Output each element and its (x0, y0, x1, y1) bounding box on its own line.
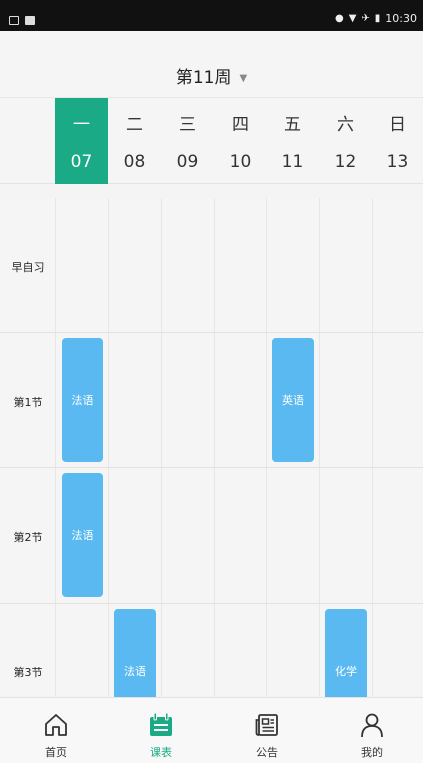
wifi-icon: ▼ (348, 12, 357, 24)
period-label: 第1节 (13, 396, 43, 409)
header: 第11周 ▼ (0, 31, 423, 98)
period-label: 第2节 (13, 531, 43, 544)
nav-schedule[interactable]: 课表 (108, 698, 214, 763)
day-column-sat[interactable]: 六 12 (319, 98, 372, 184)
course-name: 法语 (71, 394, 94, 407)
course-card[interactable]: 英语 (272, 338, 314, 462)
status-time: 10:30 (385, 12, 417, 25)
day-name: 四 (232, 115, 249, 135)
day-date: 11 (281, 152, 304, 172)
timetable-grid: 早自习 第1节 第2节 第3节 法语 英语 法语 法语 化学 (0, 198, 423, 733)
bottom-nav: 首页 课表 公告 我的 (0, 697, 423, 763)
location-icon: ● (334, 12, 344, 24)
grid-line (214, 198, 215, 696)
grid-line (372, 198, 373, 696)
course-card[interactable]: 法语 (62, 338, 103, 462)
day-column-thu[interactable]: 四 10 (214, 98, 267, 184)
week-selector[interactable]: 第11周 ▼ (0, 63, 423, 88)
day-date: 10 (229, 152, 252, 172)
course-card[interactable]: 法语 (62, 473, 103, 597)
day-name: 一 (73, 115, 90, 135)
day-name: 三 (179, 115, 196, 135)
airplane-icon: ✈ (361, 12, 370, 24)
dropdown-arrow-icon: ▼ (239, 72, 248, 84)
grid-line (0, 603, 423, 604)
grid-line (108, 198, 109, 696)
grid-line (319, 198, 320, 696)
day-name: 六 (337, 115, 354, 135)
grid-line (161, 198, 162, 696)
course-name: 法语 (71, 529, 94, 542)
grid-line (0, 332, 423, 333)
notification-icon (9, 16, 19, 25)
day-header-row: 一 07 二 08 三 09 四 10 五 11 六 12 日 13 (0, 98, 423, 184)
nav-label: 课表 (150, 746, 172, 759)
day-name: 二 (126, 115, 143, 135)
day-column-fri[interactable]: 五 11 (266, 98, 319, 184)
day-date: 12 (334, 152, 357, 172)
nav-label: 公告 (256, 746, 278, 759)
user-icon (361, 713, 383, 738)
home-icon (45, 714, 67, 736)
newspaper-icon (255, 714, 278, 736)
day-date: 07 (70, 152, 93, 172)
day-column-tue[interactable]: 二 08 (108, 98, 161, 184)
day-column-sun[interactable]: 日 13 (372, 98, 423, 184)
day-date: 09 (176, 152, 199, 172)
image-notification-icon (25, 16, 35, 25)
nav-announcements[interactable]: 公告 (214, 698, 320, 763)
day-date: 13 (386, 152, 409, 172)
week-title: 第11周 (175, 68, 232, 88)
course-name: 化学 (335, 665, 357, 678)
day-name: 五 (284, 115, 301, 135)
status-bar: ● ▼ ✈ ▮ 10:30 (0, 0, 423, 31)
status-notifications (9, 16, 35, 25)
day-column-mon[interactable]: 一 07 (55, 98, 108, 184)
day-column-wed[interactable]: 三 09 (161, 98, 214, 184)
course-name: 英语 (282, 394, 304, 407)
app-screen: ● ▼ ✈ ▮ 10:30 第11周 ▼ 一 07 二 08 三 09 四 10 (0, 0, 423, 763)
nav-label: 我的 (361, 746, 383, 759)
day-date: 08 (123, 152, 146, 172)
battery-icon: ▮ (374, 12, 381, 24)
nav-label: 首页 (45, 746, 67, 759)
period-label: 第3节 (13, 666, 43, 679)
course-name: 法语 (124, 665, 146, 678)
calendar-icon (150, 712, 172, 736)
period-label: 早自习 (11, 261, 45, 274)
day-name: 日 (389, 115, 406, 135)
nav-home[interactable]: 首页 (3, 698, 109, 763)
status-indicators: ● ▼ ✈ ▮ 10:30 (335, 12, 417, 25)
grid-line (266, 198, 267, 696)
nav-profile[interactable]: 我的 (319, 698, 423, 763)
grid-line (0, 467, 423, 468)
